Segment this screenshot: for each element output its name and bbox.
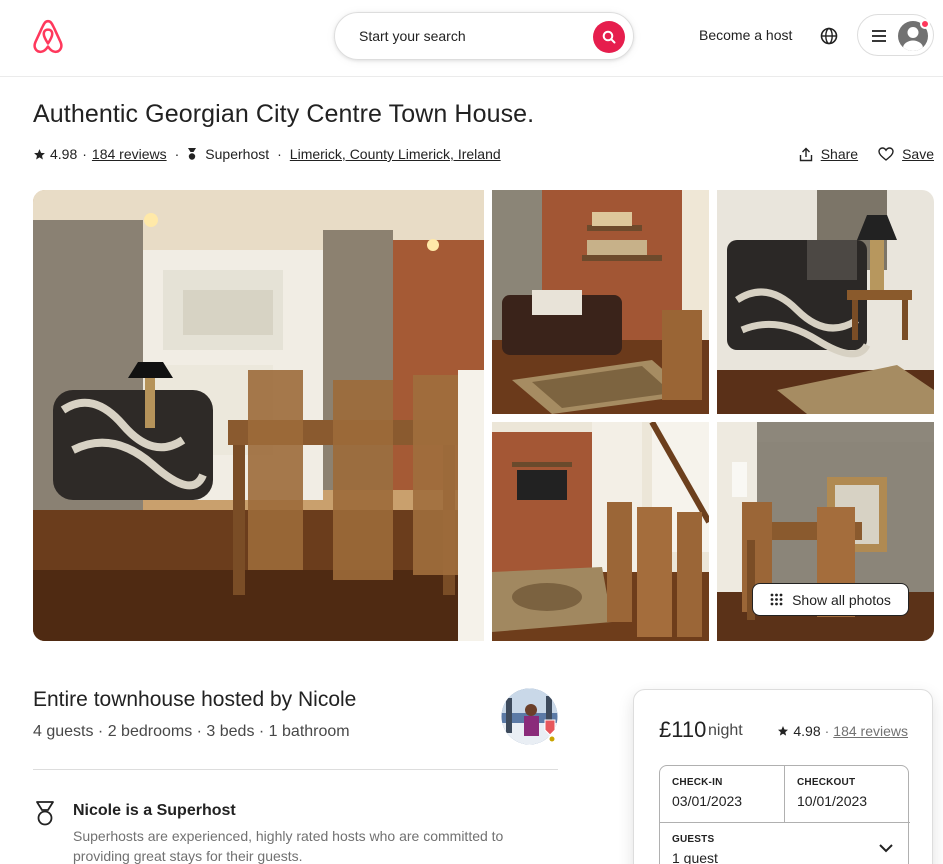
share-button[interactable]: Share — [799, 146, 858, 162]
airbnb-logo[interactable] — [31, 18, 65, 54]
search-button[interactable] — [593, 21, 625, 53]
card-reviews-link[interactable]: 184 reviews — [833, 723, 908, 739]
card-rating-value: 4.98 — [793, 723, 821, 739]
share-label: Share — [820, 146, 859, 162]
chevron-down-icon[interactable] — [878, 843, 894, 853]
host-avatar[interactable] — [501, 688, 558, 745]
booking-card: £110 night 4.98 · 184 reviews CHECK-IN 0… — [633, 689, 933, 864]
reviews-link[interactable]: 184 reviews — [92, 146, 167, 162]
hamburger-menu-icon — [872, 30, 886, 42]
photo-gallery — [33, 190, 934, 641]
photo-2[interactable] — [492, 190, 709, 414]
superhost-medal-icon — [33, 800, 57, 828]
guests-label: GUESTS — [672, 834, 715, 845]
rating-value: 4.98 — [50, 146, 78, 162]
checkin-field[interactable]: CHECK-IN 03/01/2023 — [660, 766, 784, 822]
superhost-title: Nicole is a Superhost — [73, 802, 236, 819]
search-icon — [602, 30, 616, 44]
star-icon — [34, 148, 45, 159]
superhost-medal-icon — [188, 148, 197, 160]
search-placeholder[interactable]: Start your search — [359, 28, 466, 44]
booking-inputs: CHECK-IN 03/01/2023 CHECKOUT 10/01/2023 … — [659, 765, 910, 864]
listing-specs: 4 guests · 2 bedrooms · 3 beds · 1 bathr… — [33, 723, 350, 740]
section-divider — [33, 769, 558, 770]
save-button[interactable]: Save — [878, 146, 934, 162]
save-label: Save — [902, 146, 934, 162]
hosted-by-heading: Entire townhouse hosted by Nicole — [33, 688, 357, 711]
separator: · — [82, 146, 87, 162]
location-link[interactable]: Limerick, County Limerick, Ireland — [290, 146, 501, 162]
guests-field[interactable]: GUESTS 1 guest — [660, 823, 910, 864]
globe-icon[interactable] — [818, 25, 840, 47]
nightly-price: £110 — [659, 717, 707, 742]
search-bar[interactable]: Start your search — [334, 12, 634, 60]
listing-title: Authentic Georgian City Centre Town Hous… — [33, 100, 535, 128]
notification-dot — [920, 19, 930, 29]
star-icon — [778, 726, 789, 736]
card-rating: 4.98 · 184 reviews — [777, 723, 908, 739]
checkout-field[interactable]: CHECKOUT 10/01/2023 — [785, 766, 910, 822]
photo-3[interactable] — [717, 190, 934, 414]
checkin-label: CHECK-IN — [672, 777, 723, 788]
listing-meta: 4.98 · 184 reviews · Superhost · Limeric… — [33, 146, 501, 162]
checkout-label: CHECKOUT — [797, 777, 856, 788]
guests-value: 1 guest — [672, 850, 718, 864]
grid-dots-icon — [770, 593, 783, 606]
listing-actions: Share Save — [779, 146, 934, 162]
per-night-label: night — [708, 722, 743, 739]
share-icon — [799, 147, 812, 161]
user-menu-button[interactable] — [857, 14, 934, 56]
checkout-value: 10/01/2023 — [797, 793, 868, 809]
top-header: Start your search Become a host — [0, 0, 943, 77]
become-host-link[interactable]: Become a host — [699, 27, 792, 43]
superhost-badge: Superhost — [205, 146, 270, 162]
photo-4[interactable] — [492, 422, 709, 641]
separator: · — [824, 723, 830, 739]
heart-icon — [878, 147, 894, 161]
separator: · — [174, 146, 180, 162]
show-all-photos-button[interactable]: Show all photos — [752, 583, 909, 616]
show-all-photos-label: Show all photos — [792, 591, 891, 608]
superhost-description: Superhosts are experienced, highly rated… — [73, 828, 504, 864]
photo-main[interactable] — [33, 190, 484, 641]
separator: · — [277, 146, 282, 162]
checkin-value: 03/01/2023 — [672, 793, 743, 809]
